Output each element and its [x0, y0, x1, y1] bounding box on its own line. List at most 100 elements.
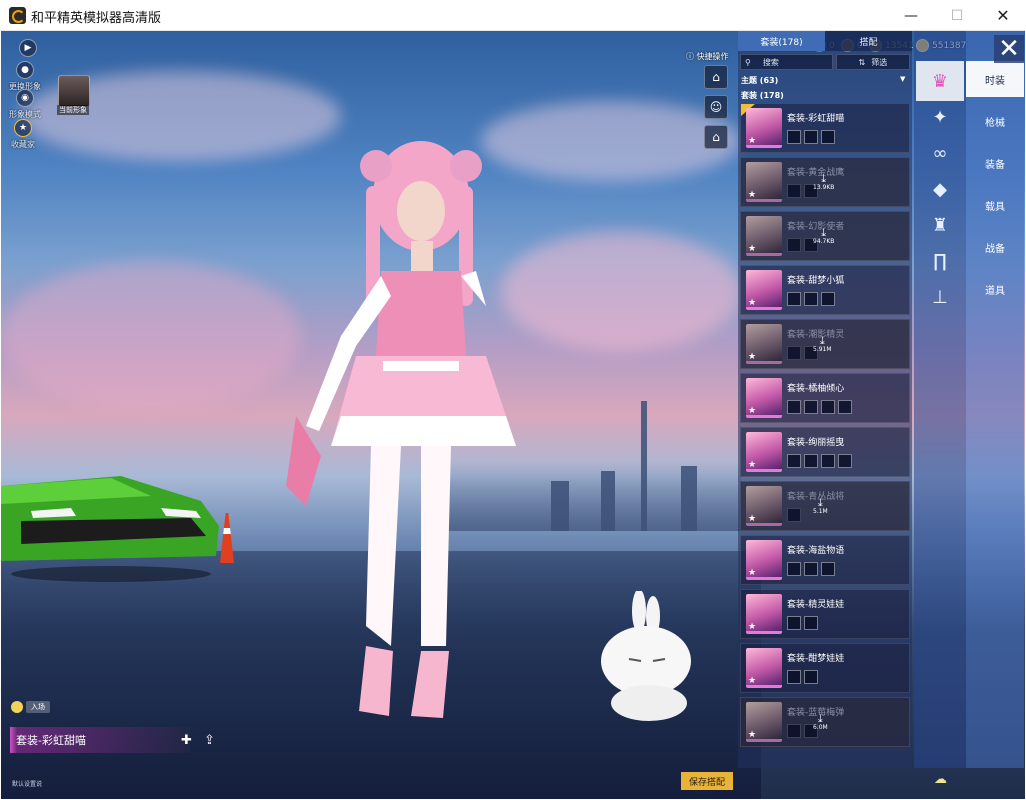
- tab-suits[interactable]: 套装(178): [738, 31, 825, 51]
- outfit-part-thumbnail: [804, 292, 818, 306]
- quick-ops-text: 快捷操作: [696, 52, 729, 61]
- outfit-card[interactable]: ★ 套装-海盐物语: [740, 535, 910, 585]
- outfit-icon[interactable]: ♛: [916, 61, 964, 101]
- pose-button[interactable]: ☺: [704, 95, 728, 119]
- filter-button[interactable]: ⇅ 筛选: [835, 54, 910, 70]
- outfit-name: 套装-酣梦娃娃: [787, 654, 845, 664]
- close-panel-button[interactable]: ✕: [994, 34, 1024, 64]
- outfit-card[interactable]: ★ 套装-幻影使者 ⤓ 94.7KB: [740, 211, 910, 261]
- outfit-part-thumbnail: [821, 292, 835, 306]
- star-icon: ★: [748, 460, 757, 470]
- traffic-cone: [220, 513, 234, 563]
- hud-label: 收藏家: [11, 140, 35, 149]
- sports-car: [1, 476, 219, 582]
- outfit-part-thumbnail: [787, 616, 801, 630]
- outfit-card[interactable]: ★ 套装-酣梦娃娃: [740, 643, 910, 693]
- suit-icon[interactable]: ♜: [916, 205, 964, 245]
- brand-logo-icon: ☁: [934, 772, 947, 787]
- goggles-icon[interactable]: ∞: [916, 133, 964, 173]
- star-icon: ★: [748, 190, 757, 200]
- download-size: 5.1M: [813, 508, 828, 515]
- outfit-card[interactable]: ★ 套装-甜梦小狐: [740, 265, 910, 315]
- dropdown-arrow-icon[interactable]: ▼: [900, 75, 905, 83]
- pants-icon[interactable]: ∏: [916, 241, 964, 281]
- maximize-button[interactable]: ☐: [934, 0, 980, 31]
- outfit-parts: [787, 400, 852, 414]
- outfit-part-thumbnail: [787, 562, 801, 576]
- download-indicator[interactable]: ⤓ 5.91M: [813, 335, 832, 353]
- outfit-card[interactable]: ★ 套装-橘柚倾心: [740, 373, 910, 423]
- group-suit[interactable]: 套装 (178): [741, 90, 784, 101]
- hud-view-mode[interactable]: ◉ 形象模式: [9, 89, 41, 120]
- tower: [601, 471, 615, 531]
- download-indicator[interactable]: ⤓ 6.0M: [813, 713, 828, 731]
- minimize-button[interactable]: —: [888, 0, 934, 31]
- download-size: 5.91M: [813, 346, 832, 353]
- search-input[interactable]: ⚲ 搜索: [740, 54, 833, 70]
- outfit-part-thumbnail: [787, 130, 801, 144]
- outfit-part-thumbnail: [787, 454, 801, 468]
- tab-fashion[interactable]: 时装: [966, 61, 1024, 97]
- entrance-chip[interactable]: 入场: [11, 701, 50, 713]
- download-icon: ⤓: [817, 712, 823, 725]
- outfit-name: 套装-甜梦小狐: [787, 276, 845, 286]
- outfit-parts: [787, 670, 818, 684]
- tab-weapons[interactable]: 枪械: [966, 103, 1024, 139]
- wardrobe-button[interactable]: ⌂: [704, 65, 728, 89]
- download-indicator[interactable]: ⤓ 13.9KB: [813, 173, 834, 191]
- mask-icon[interactable]: ◆: [916, 169, 964, 209]
- outfit-parts: [787, 130, 835, 144]
- download-indicator[interactable]: ⤓ 5.1M: [813, 497, 828, 515]
- hud-change-look[interactable]: ● 更换形象: [9, 61, 41, 92]
- character-model: [286, 141, 516, 718]
- window-titlebar: 和平精英模拟器高清版 — ☐ ✕: [0, 0, 1026, 31]
- download-icon: ⤓: [819, 334, 825, 347]
- outfit-name: 套装-绚丽摇曳: [787, 438, 845, 448]
- outfit-part-thumbnail: [838, 454, 852, 468]
- outfit-card[interactable]: ★ 套装-黄金战鹰 ⤓ 13.9KB: [740, 157, 910, 207]
- wardrobe-lock-button[interactable]: ⌂: [704, 125, 728, 149]
- tab-combos[interactable]: 搭配: [825, 31, 912, 51]
- outfit-parts: [787, 454, 852, 468]
- outfit-name: 套装-彩虹甜喵: [787, 114, 845, 124]
- star-icon: ★: [748, 514, 757, 524]
- outfit-part-thumbnail: [804, 616, 818, 630]
- close-window-button[interactable]: ✕: [980, 0, 1026, 31]
- outfit-part-thumbnail: [821, 400, 835, 414]
- shoes-icon[interactable]: ⊥: [916, 277, 964, 317]
- list-tabs: 套装(178) 搭配: [738, 31, 912, 51]
- outfit-part-thumbnail: [838, 400, 852, 414]
- outfit-part-thumbnail: [804, 562, 818, 576]
- favorite-add-icon[interactable]: ✚: [181, 733, 192, 748]
- outfit-card[interactable]: ★ 套装-蓝莓梅弹 ⤓ 6.0M: [740, 697, 910, 747]
- tower: [681, 466, 697, 531]
- tab-battle-gear[interactable]: 战备: [966, 229, 1024, 265]
- outfit-parts: [787, 616, 818, 630]
- tab-equipment[interactable]: 装备: [966, 145, 1024, 181]
- tower: [641, 401, 647, 531]
- star-icon: ★: [748, 622, 757, 632]
- group-theme[interactable]: 主题 (63): [741, 75, 778, 86]
- outfit-card[interactable]: ★ 套装-彩虹甜喵: [740, 103, 910, 153]
- outfit-card[interactable]: ★ 套装-青丛战将 ⤓ 5.1M: [740, 481, 910, 531]
- avatar[interactable]: 当前形象: [57, 75, 90, 115]
- tab-props[interactable]: 道具: [966, 271, 1024, 307]
- window-title: 和平精英模拟器高清版: [31, 11, 162, 26]
- outfit-card[interactable]: ★ 套装-绚丽摇曳: [740, 427, 910, 477]
- download-indicator[interactable]: ⤓ 94.7KB: [813, 227, 834, 245]
- hud-collector[interactable]: ★ 收藏家: [11, 119, 35, 150]
- save-outfit-button[interactable]: 保存搭配: [681, 772, 733, 790]
- tab-vehicles[interactable]: 载具: [966, 187, 1024, 223]
- eye-icon: ◉: [16, 89, 34, 107]
- star-icon: ★: [748, 406, 757, 416]
- outfit-part-thumbnail: [821, 454, 835, 468]
- avatar-caption: 当前形象: [57, 105, 89, 115]
- outfit-part-thumbnail: [787, 508, 801, 522]
- outfit-part-thumbnail: [804, 454, 818, 468]
- hud-play-button[interactable]: ▶: [19, 39, 37, 57]
- gun-icon[interactable]: ✦: [916, 97, 964, 137]
- outfit-card[interactable]: ★ 套装-精灵娃娃: [740, 589, 910, 639]
- outfit-card[interactable]: ★ 套装-潮影精灵 ⤓ 5.91M: [740, 319, 910, 369]
- share-icon[interactable]: ⇪: [204, 733, 215, 748]
- badge-icon: ★: [14, 119, 32, 137]
